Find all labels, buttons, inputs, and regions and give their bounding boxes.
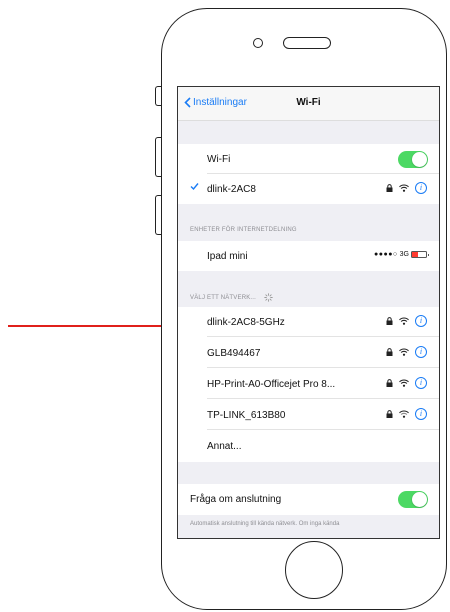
page-title: Wi-Fi	[296, 97, 321, 108]
network-name: GLB494467	[207, 347, 261, 359]
volume-down-button	[155, 195, 161, 235]
hotspot-device-name: Ipad mini	[207, 250, 248, 262]
hotspot-status: ●●●●○ 3G	[374, 251, 429, 258]
info-icon[interactable]: i	[415, 182, 427, 194]
ask-to-join-description: Automatisk anslutning till kända nätverk…	[190, 521, 340, 527]
connected-network-row[interactable]: dlink-2AC8 i	[178, 174, 439, 204]
battery-icon	[411, 251, 429, 258]
mute-switch	[155, 86, 161, 106]
lock-icon	[386, 317, 393, 325]
networks-group: dlink-2AC8-5GHz i GLB494467 i HP-Print-A…	[178, 307, 439, 462]
wifi-toggle-label: Wi-Fi	[207, 153, 231, 165]
lock-icon	[386, 379, 393, 387]
other-network-label: Annat...	[207, 440, 242, 452]
hotspot-device-row[interactable]: Ipad mini ●●●●○ 3G	[178, 241, 439, 271]
checkmark-icon	[190, 183, 199, 191]
signal-dots: ●●●●○	[374, 251, 398, 258]
ask-to-join-toggle[interactable]	[398, 491, 428, 508]
lock-icon	[386, 410, 393, 418]
network-row[interactable]: dlink-2AC8-5GHz i	[178, 307, 439, 337]
networks-section-title: VÄLJ ETT NÄTVERK...	[190, 295, 257, 302]
wifi-settings-screen: Inställningar Wi-Fi Wi-Fi dlink-2AC8 i E…	[177, 86, 440, 539]
ask-to-join-row: Fråga om anslutning	[178, 484, 439, 514]
spinner-icon	[264, 293, 273, 302]
network-row[interactable]: GLB494467 i	[178, 338, 439, 368]
wifi-icon	[399, 410, 409, 418]
wifi-icon	[399, 184, 409, 192]
hotspot-group: Ipad mini ●●●●○ 3G	[178, 241, 439, 271]
home-button[interactable]	[285, 541, 343, 599]
wifi-icon	[399, 379, 409, 387]
network-row[interactable]: HP-Print-A0-Officejet Pro 8... i	[178, 369, 439, 399]
wifi-icon	[399, 317, 409, 325]
earpiece-speaker	[283, 37, 331, 49]
network-row[interactable]: TP-LINK_613B80 i	[178, 400, 439, 430]
network-name: TP-LINK_613B80	[207, 409, 286, 421]
ask-to-join-group: Fråga om anslutning	[178, 484, 439, 515]
network-name: dlink-2AC8-5GHz	[207, 316, 285, 328]
wifi-toggle-row: Wi-Fi	[178, 144, 439, 174]
networks-section-header: VÄLJ ETT NÄTVERK...	[190, 293, 273, 302]
info-icon[interactable]: i	[415, 346, 427, 358]
wifi-toggle[interactable]	[398, 151, 428, 168]
info-icon[interactable]: i	[415, 315, 427, 327]
info-icon[interactable]: i	[415, 408, 427, 420]
network-type: 3G	[399, 251, 409, 258]
network-name: HP-Print-A0-Officejet Pro 8...	[207, 378, 336, 390]
connected-network-name: dlink-2AC8	[207, 183, 256, 195]
hotspot-section-header: ENHETER FÖR INTERNETDELNING	[190, 227, 297, 233]
ask-to-join-label: Fråga om anslutning	[190, 493, 282, 505]
navigation-bar: Inställningar Wi-Fi	[178, 87, 439, 121]
wifi-group: Wi-Fi dlink-2AC8 i	[178, 144, 439, 204]
info-icon[interactable]: i	[415, 377, 427, 389]
other-network-row[interactable]: Annat...	[178, 431, 439, 461]
lock-icon	[386, 348, 393, 356]
front-camera	[253, 38, 263, 48]
volume-up-button	[155, 137, 161, 177]
wifi-icon	[399, 348, 409, 356]
lock-icon	[386, 184, 393, 192]
